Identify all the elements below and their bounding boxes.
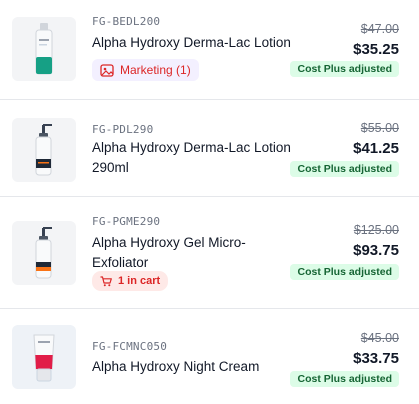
product-thumbnail[interactable] [12,118,76,182]
original-price: $125.00 [353,223,399,237]
list-item[interactable]: FG-PDL290 Alpha Hydroxy Derma-Lac Lotion… [0,100,419,197]
current-price: $41.25 [353,140,399,157]
product-name[interactable]: Alpha Hydroxy Gel Micro-Exfoliator [92,233,272,273]
list-item[interactable]: FG-BEDL200 Alpha Hydroxy Derma-Lac Lotio… [0,0,419,100]
marketing-tag[interactable]: Marketing (1) [92,59,199,81]
cart-icon [100,275,112,286]
cost-plus-badge: Cost Plus adjusted [290,371,399,387]
list-item[interactable]: FG-FCMNC050 Alpha Hydroxy Night Cream $4… [0,309,419,404]
original-price: $45.00 [360,331,399,345]
product-list: FG-BEDL200 Alpha Hydroxy Derma-Lac Lotio… [0,0,419,404]
product-tube-pink-icon [33,334,55,382]
in-cart-tag-label: 1 in cart [118,275,161,287]
product-thumbnail[interactable] [12,221,76,285]
product-thumbnail[interactable] [12,325,76,389]
product-sku: FG-PGME290 [92,215,161,228]
current-price: $35.25 [353,41,399,58]
cost-plus-badge: Cost Plus adjusted [290,161,399,177]
original-price: $55.00 [360,121,399,135]
product-thumbnail[interactable] [12,17,76,81]
in-cart-tag[interactable]: 1 in cart [92,271,169,291]
product-sku: FG-FCMNC050 [92,340,168,353]
product-sku: FG-BEDL200 [92,15,161,28]
current-price: $33.75 [353,350,399,367]
product-name[interactable]: Alpha Hydroxy Night Cream [92,357,292,377]
product-name[interactable]: Alpha Hydroxy Derma-Lac Lotion [92,33,292,53]
image-icon [100,63,114,77]
product-bottle-teal-icon [35,23,53,75]
marketing-tag-label: Marketing (1) [120,63,191,77]
product-pump-bottle-orange-icon [35,227,52,279]
list-item[interactable]: FG-PGME290 Alpha Hydroxy Gel Micro-Exfol… [0,197,419,309]
product-sku: FG-PDL290 [92,123,154,136]
product-pump-bottle-icon [35,124,52,176]
original-price: $47.00 [360,22,399,36]
cost-plus-badge: Cost Plus adjusted [290,264,399,280]
current-price: $93.75 [353,242,399,259]
product-name[interactable]: Alpha Hydroxy Derma-Lac Lotion 290ml [92,138,292,178]
cost-plus-badge: Cost Plus adjusted [290,61,399,77]
